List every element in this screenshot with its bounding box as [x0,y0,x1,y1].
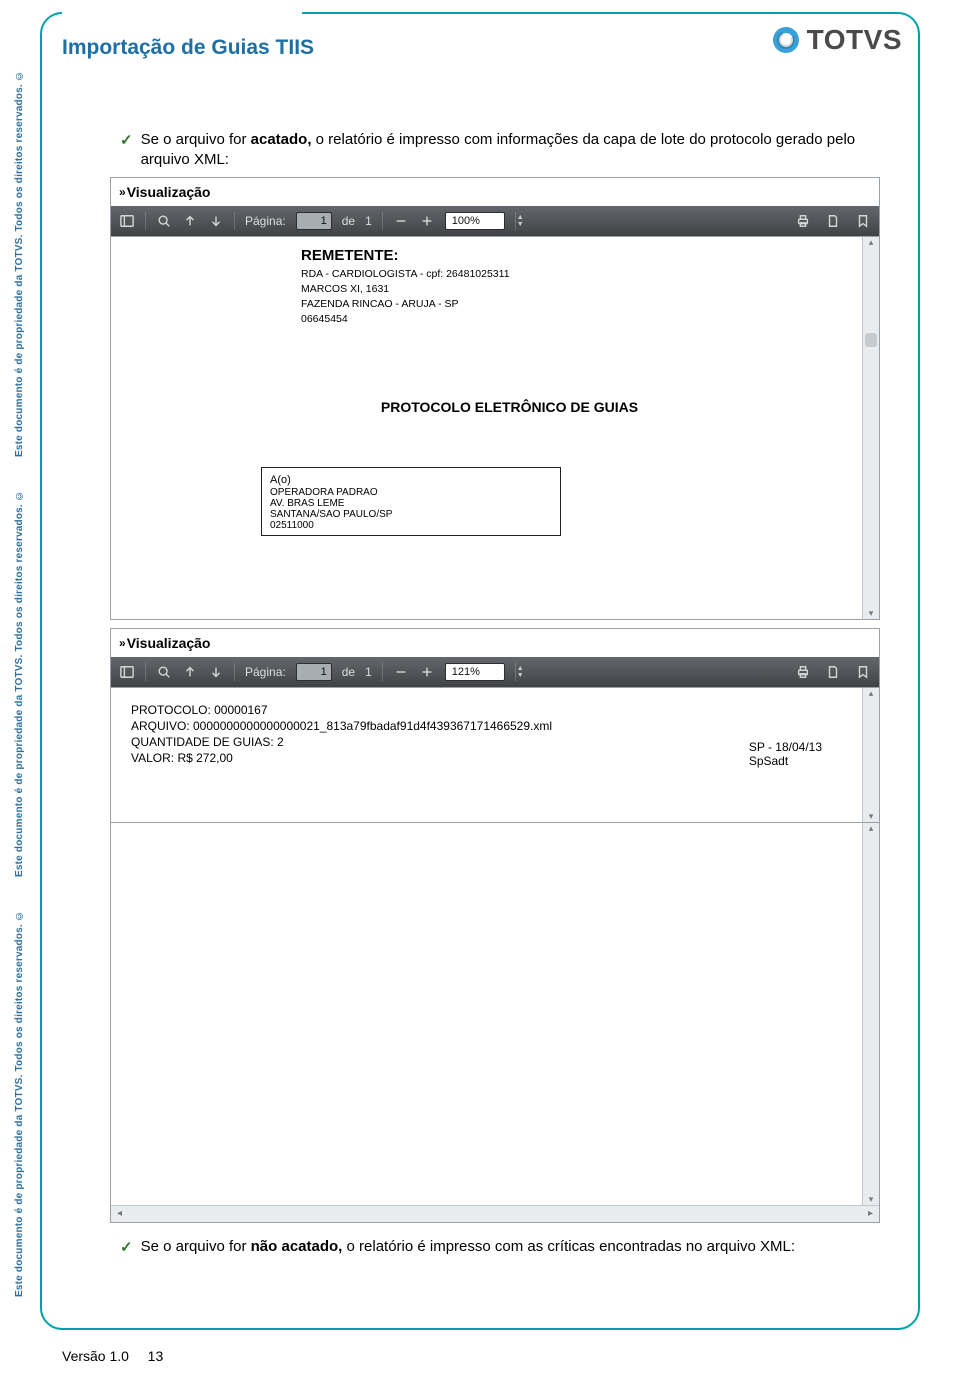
page-icon[interactable] [825,213,841,229]
arrow-down-icon[interactable] [208,213,224,229]
zoom-out-icon[interactable] [393,213,409,229]
footer-page: 13 [148,1348,164,1364]
arquivo-line: ARQUIVO: 0000000000000000021_813a79fbada… [131,718,844,734]
address-box: A(o) OPERADORA PADRAO AV. BRAS LEME SANT… [261,467,561,536]
viewer-toolbar: Página: 1 de 1 100% ▲▼ [111,206,879,236]
viewer-header: » Visualização [111,178,879,206]
page-title: Importação de Guias TIIS [62,36,314,60]
watermark-text: Este documento é de propriedade da TOTVS… [14,490,25,877]
local-date: SP - 18/04/13 [749,740,822,754]
sidebar-toggle-icon[interactable] [119,664,135,680]
viewer-body: PROTOCOLO: 00000167 ARQUIVO: 00000000000… [111,687,879,822]
page-label: Página: [245,214,286,228]
qtd-guias-line: QUANTIDADE DE GUIAS: 2 [131,734,844,750]
check-icon: ✓ [120,130,133,151]
search-icon[interactable] [156,213,172,229]
horizontal-scrollbar[interactable]: ◂▸ [111,1205,879,1222]
chevron-right-icon: » [119,185,123,199]
page-input[interactable]: 1 [296,663,332,681]
protocolo-line: PROTOCOLO: 00000167 [131,702,844,718]
valor-line: VALOR: R$ 272,00 [131,750,844,766]
watermark-text: Este documento é de propriedade da TOTVS… [14,70,25,457]
viewer-toolbar: Página: 1 de 1 121% ▲▼ [111,657,879,687]
zoom-out-icon[interactable] [393,664,409,680]
logo-icon [769,24,802,57]
viewer-header: » Visualização [111,629,879,657]
protocolo-heading: PROTOCOLO ELETRÔNICO DE GUIAS [171,399,848,415]
arrow-down-icon[interactable] [208,664,224,680]
zoom-in-icon[interactable] [419,213,435,229]
sidebar-toggle-icon[interactable] [119,213,135,229]
bookmark-icon[interactable] [855,664,871,680]
viewer-body: REMETENTE: RDA - CARDIOLOGISTA - cpf: 26… [111,236,879,619]
check-icon: ✓ [120,1237,133,1258]
chevron-right-icon: » [119,636,123,650]
remetente-heading: REMETENTE: [301,247,848,264]
zoom-field[interactable]: 100% [445,212,505,230]
report-viewer-1: » Visualização Página: 1 de 1 100% ▲▼ [110,177,880,620]
page-total: 1 [365,214,372,228]
print-icon[interactable] [795,664,811,680]
viewer-body-continuation: ▴▾ ◂▸ [110,823,880,1223]
vertical-scrollbar[interactable]: ▴▾ [862,823,879,1205]
bullet-acatado: ✓ Se o arquivo for acatado, o relatório … [120,130,880,171]
footer-version: Versão 1.0 [62,1348,129,1364]
bullet-nao-acatado: ✓ Se o arquivo for não acatado, o relató… [120,1237,880,1258]
page-total: 1 [365,665,372,679]
page-input[interactable]: 1 [296,212,332,230]
page-label: Página: [245,665,286,679]
totvs-logo: TOTVS [773,24,902,56]
vertical-scrollbar[interactable]: ▴▾ [862,688,879,822]
zoom-field[interactable]: 121% [445,663,505,681]
report-viewer-2: » Visualização Página: 1 de 1 121% ▲▼ [110,628,880,823]
print-icon[interactable] [795,213,811,229]
search-icon[interactable] [156,664,172,680]
page-icon[interactable] [825,664,841,680]
zoom-stepper[interactable]: ▲▼ [515,212,525,230]
zoom-stepper[interactable]: ▲▼ [515,663,525,681]
arrow-up-icon[interactable] [182,213,198,229]
bookmark-icon[interactable] [855,213,871,229]
logo-text: TOTVS [807,24,902,56]
vertical-scrollbar[interactable]: ▴▾ [862,237,879,619]
zoom-in-icon[interactable] [419,664,435,680]
tipo: SpSadt [749,754,822,768]
watermark-text: Este documento é de propriedade da TOTVS… [14,910,25,1297]
arrow-up-icon[interactable] [182,664,198,680]
